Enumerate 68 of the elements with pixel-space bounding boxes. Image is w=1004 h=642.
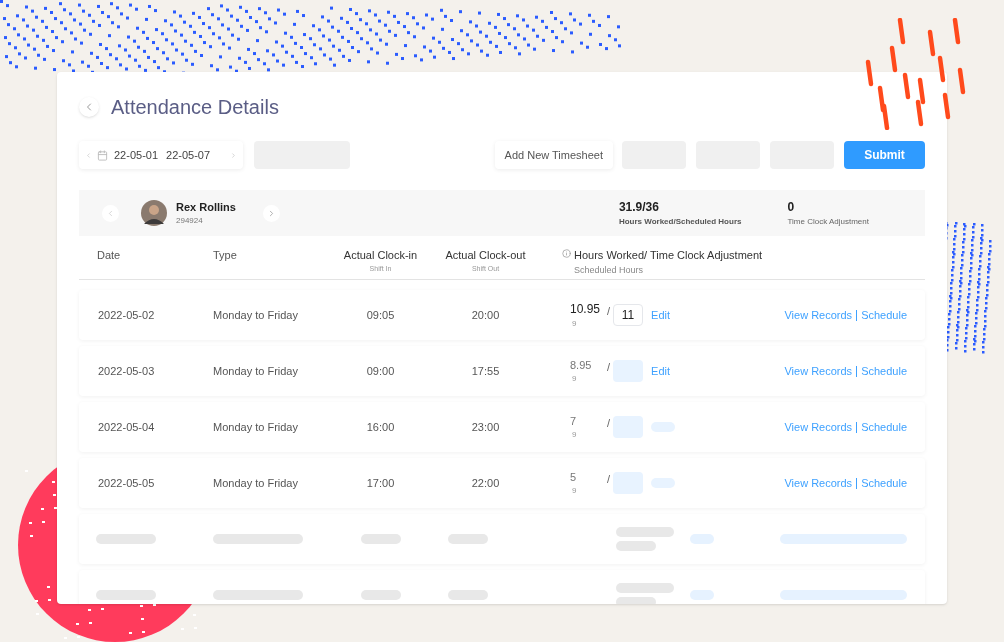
schedule-link[interactable]: Schedule <box>861 306 907 324</box>
view-records-link[interactable]: View Records <box>784 362 853 380</box>
type-cell: Monday to Friday <box>213 476 298 489</box>
clock-out-cell: 17:55 <box>471 364 500 377</box>
clock-out-cell: 23:00 <box>471 420 500 433</box>
hours-worked-cell-text: 5 <box>570 469 578 485</box>
scheduled-hours-cell-text: 9 <box>571 485 578 498</box>
end-date: 22-05-07 <box>166 147 211 163</box>
clock-in-cell: 09:00 <box>366 364 395 377</box>
chevron-left-icon <box>106 208 115 218</box>
employee-name: Rex Rollins <box>176 199 236 215</box>
clock-in-cell: 09:05 <box>366 308 395 321</box>
clock-in-cell: 17:00 <box>366 476 395 489</box>
submit-button[interactable]: Submit <box>844 141 925 169</box>
employee-id: 294924 <box>176 215 204 228</box>
hours-worked-cell-text: 10.95 <box>570 301 602 318</box>
avatar <box>141 200 167 226</box>
date-cell: 2022-05-02 <box>98 308 155 321</box>
page-title: Attendance Details <box>111 95 279 120</box>
scheduled-hours-cell-text: 9 <box>571 318 578 330</box>
slash-separator: / <box>607 303 611 319</box>
adjustment-field[interactable]: 11 <box>613 304 644 326</box>
clock-out-cell: 20:00 <box>471 308 500 321</box>
back-button[interactable] <box>79 97 99 117</box>
clock-in-cell: 16:00 <box>366 420 395 433</box>
type-cell: Monday to Friday <box>213 420 298 433</box>
column-header: Actual Clock-in <box>343 248 418 263</box>
column-header: Date <box>97 248 122 263</box>
schedule-link[interactable]: Schedule <box>861 362 907 380</box>
loading-placeholder <box>690 534 714 544</box>
schedule-link[interactable]: Schedule <box>861 418 907 436</box>
slash-separator: / <box>607 415 611 431</box>
view-records-link[interactable]: View Records <box>784 474 853 492</box>
edit-link[interactable]: Edit <box>651 362 671 380</box>
scheduled-hours-cell-text: 9 <box>571 373 578 386</box>
next-icon[interactable] <box>230 151 237 159</box>
summary-value: 0 <box>787 199 796 216</box>
previous-employee-button[interactable] <box>102 204 119 222</box>
view-records-link[interactable]: View Records <box>784 306 853 324</box>
date-cell: 2022-05-03 <box>98 364 155 377</box>
type-cell: Monday to Friday <box>213 308 298 321</box>
view-records-link[interactable]: View Records <box>784 418 853 436</box>
type-cell: Monday to Friday <box>213 364 298 377</box>
schedule-link[interactable]: Schedule <box>861 474 907 492</box>
date-cell: 2022-05-04 <box>98 420 155 433</box>
column-subheader: Scheduled Hours <box>574 263 645 277</box>
summary-value: 31.9/36 <box>618 199 660 216</box>
column-header: Hours Worked/ Time Clock Adjustment <box>574 248 763 263</box>
loading-placeholder <box>616 597 656 604</box>
previous-icon[interactable] <box>85 151 92 159</box>
column-header: Type <box>213 248 238 263</box>
next-employee-button[interactable] <box>262 204 280 222</box>
slash-separator: / <box>607 471 611 487</box>
slash-separator: / <box>607 359 611 375</box>
hours-worked-cell-text: 7 <box>570 413 578 429</box>
add-timesheet-button[interactable]: Add New Timesheet <box>494 141 613 169</box>
start-date: 22-05-01 <box>114 147 159 163</box>
hours-worked-cell-text: 8.95 <box>570 357 593 373</box>
date-range-picker[interactable]: 22-05-01 22-05-07 <box>79 141 243 169</box>
clock-out-cell: 22:00 <box>471 476 500 489</box>
calendar-icon <box>97 149 108 161</box>
column-header: Actual Clock-out <box>445 248 526 263</box>
summary-label: Time Clock Adjustment <box>787 216 869 228</box>
date-cell: 2022-05-05 <box>98 476 155 489</box>
summary-label: Hours Worked/Scheduled Hours <box>618 216 742 228</box>
scheduled-hours-cell-text: 9 <box>571 429 578 442</box>
loading-placeholder <box>690 590 714 600</box>
edit-link[interactable]: Edit <box>651 306 671 324</box>
